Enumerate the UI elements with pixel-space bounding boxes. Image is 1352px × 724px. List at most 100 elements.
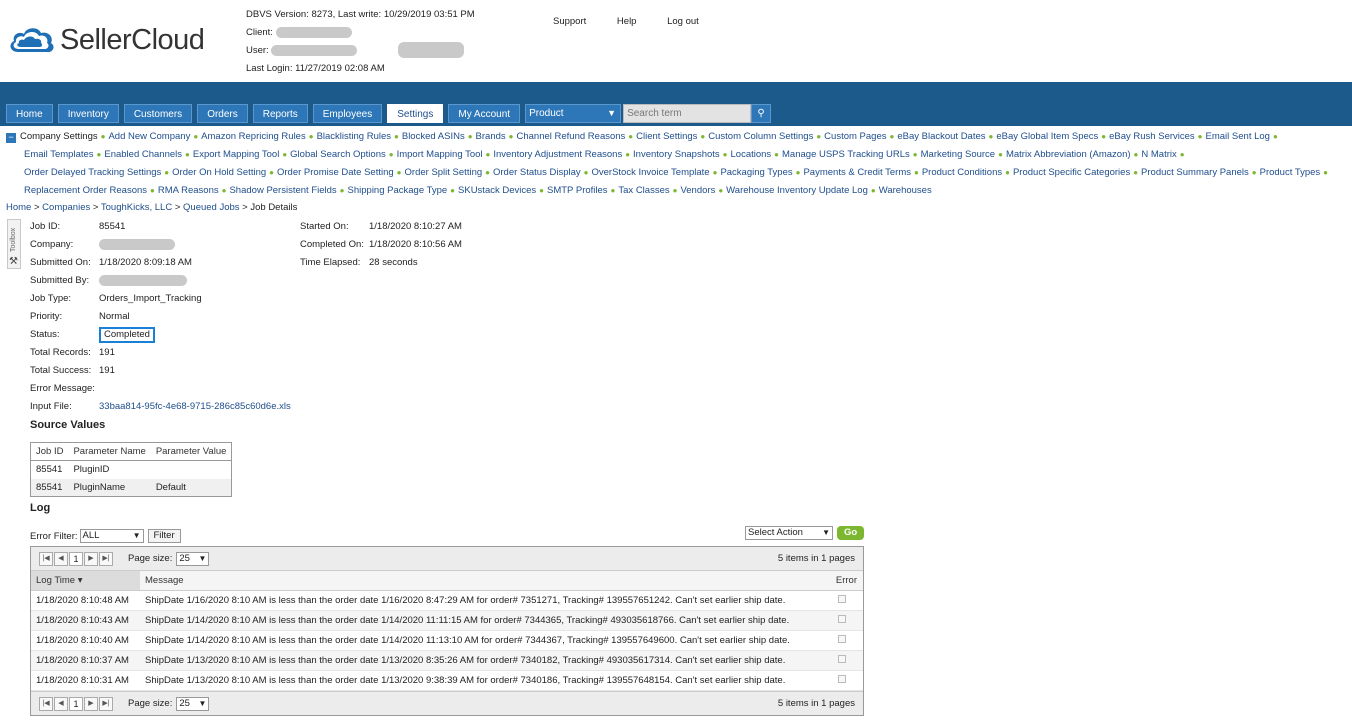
error-filter-select[interactable]: ALL ▼ — [79, 529, 144, 543]
settings-link[interactable]: Amazon Repricing Rules — [201, 131, 306, 142]
bullet-icon: ● — [700, 132, 706, 141]
settings-link[interactable]: Global Search Options — [290, 149, 386, 160]
settings-link[interactable]: Order Status Display — [493, 167, 581, 178]
page-size-select[interactable]: 25 ▼ — [176, 696, 210, 711]
last-page-icon[interactable]: ▶| — [99, 551, 113, 566]
bullet-icon: ● — [485, 150, 491, 159]
settings-link[interactable]: Custom Pages — [824, 131, 886, 142]
settings-link[interactable]: Marketing Source — [921, 149, 995, 160]
search-type-select[interactable]: Product ▼ — [525, 104, 622, 123]
settings-link[interactable]: Warehouse Inventory Update Log — [726, 185, 868, 196]
settings-link[interactable]: SKUstack Devices — [458, 185, 536, 196]
tab-inventory[interactable]: Inventory — [57, 104, 119, 123]
settings-link[interactable]: Payments & Credit Terms — [803, 167, 911, 178]
settings-link[interactable]: Shadow Persistent Fields — [229, 185, 336, 196]
settings-link[interactable]: Email Sent Log — [1206, 131, 1270, 142]
settings-link[interactable]: Warehouses — [879, 185, 932, 196]
breadcrumb-company[interactable]: ToughKicks, LLC — [101, 202, 172, 213]
settings-link[interactable]: Replacement Order Reasons — [24, 185, 147, 196]
search-button[interactable]: ⚲ — [751, 104, 772, 123]
settings-link-item: eBay Global Item Specs — [996, 131, 1098, 142]
settings-link[interactable]: Product Summary Panels — [1141, 167, 1249, 178]
settings-link[interactable]: Tax Classes — [618, 185, 669, 196]
settings-link[interactable]: OverStock Invoice Template — [591, 167, 709, 178]
help-link[interactable]: Help — [617, 16, 637, 27]
settings-link[interactable]: Add New Company — [108, 131, 190, 142]
settings-link[interactable]: Blocked ASINs — [402, 131, 465, 142]
breadcrumb-home[interactable]: Home — [6, 202, 31, 213]
col-message[interactable]: Message — [140, 571, 830, 590]
next-page-icon[interactable]: ▶ — [84, 551, 98, 566]
first-page-icon[interactable]: |◀ — [39, 551, 53, 566]
settings-link[interactable]: Order On Hold Setting — [172, 167, 266, 178]
settings-link[interactable]: Import Mapping Tool — [397, 149, 483, 160]
last-page-icon[interactable]: ▶| — [99, 696, 113, 711]
breadcrumb-companies[interactable]: Companies — [42, 202, 90, 213]
settings-link[interactable]: Manage USPS Tracking URLs — [782, 149, 910, 160]
prev-page-icon[interactable]: ◀ — [54, 696, 68, 711]
settings-link[interactable]: Client Settings — [636, 131, 697, 142]
tab-my-account[interactable]: My Account — [448, 104, 521, 123]
settings-link[interactable]: Matrix Abbreviation (Amazon) — [1006, 149, 1131, 160]
settings-link[interactable]: Order Split Setting — [405, 167, 483, 178]
settings-link[interactable]: Order Promise Date Setting — [277, 167, 394, 178]
tab-reports[interactable]: Reports — [252, 104, 308, 123]
tab-customers[interactable]: Customers — [123, 104, 193, 123]
settings-link-item: Payments & Credit Terms — [803, 167, 911, 178]
settings-link[interactable]: Brands — [476, 131, 506, 142]
settings-link[interactable]: Packaging Types — [720, 167, 792, 178]
settings-link[interactable]: N Matrix — [1141, 149, 1176, 160]
settings-link[interactable]: Product Conditions — [922, 167, 1002, 178]
job-id-label: Job ID: — [30, 221, 61, 232]
next-page-icon[interactable]: ▶ — [84, 696, 98, 711]
breadcrumb-queued-jobs[interactable]: Queued Jobs — [183, 202, 240, 213]
breadcrumb-sep: > — [172, 202, 184, 213]
settings-link[interactable]: Channel Refund Reasons — [517, 131, 626, 142]
settings-link[interactable]: Export Mapping Tool — [193, 149, 279, 160]
toolbox-tab[interactable]: Toolbox ⚒ — [7, 219, 21, 269]
bullet-icon: ● — [221, 186, 227, 195]
settings-link[interactable]: Enabled Channels — [104, 149, 182, 160]
settings-link[interactable]: Email Templates — [24, 149, 94, 160]
settings-link[interactable]: eBay Rush Services — [1109, 131, 1195, 142]
input-file-link[interactable]: 33baa814-95fc-4e68-9715-286c85c60d6e.xls — [99, 401, 291, 412]
select-action-dropdown[interactable]: Select Action ▼ — [745, 526, 833, 540]
settings-link[interactable]: SMTP Profiles — [547, 185, 608, 196]
settings-link[interactable]: Order Delayed Tracking Settings — [24, 167, 161, 178]
settings-link[interactable]: Shipping Package Type — [348, 185, 448, 196]
go-button[interactable]: Go — [837, 526, 865, 540]
pager-bottom: |◀ ◀ 1 ▶ ▶| Page size: 25 ▼ 5 items in 1 … — [31, 691, 863, 715]
settings-link[interactable]: Inventory Snapshots — [633, 149, 720, 160]
settings-link[interactable]: Company Settings — [20, 131, 98, 142]
col-log-time[interactable]: Log Time ▾ — [31, 571, 140, 590]
bullet-icon: ● — [269, 168, 274, 177]
tab-settings[interactable]: Settings — [387, 104, 444, 123]
page-number[interactable]: 1 — [69, 696, 83, 711]
settings-link[interactable]: RMA Reasons — [158, 185, 219, 196]
settings-link[interactable]: Product Specific Categories — [1013, 167, 1130, 178]
settings-link[interactable]: eBay Blackout Dates — [897, 131, 985, 142]
first-page-icon[interactable]: |◀ — [39, 696, 53, 711]
settings-link-item: Matrix Abbreviation (Amazon) — [1006, 149, 1131, 160]
logout-link[interactable]: Log out — [667, 16, 699, 27]
settings-link[interactable]: eBay Global Item Specs — [996, 131, 1098, 142]
settings-link[interactable]: Product Types — [1260, 167, 1321, 178]
tab-employees[interactable]: Employees — [312, 104, 383, 123]
settings-link[interactable]: Inventory Adjustment Reasons — [493, 149, 622, 160]
filter-button[interactable]: Filter — [147, 529, 181, 543]
sellercloud-logo[interactable]: SellerCloud — [6, 22, 205, 58]
support-link[interactable]: Support — [553, 16, 586, 27]
search-input[interactable]: Search term — [623, 104, 752, 123]
prev-page-icon[interactable]: ◀ — [54, 551, 68, 566]
collapse-icon[interactable]: − — [6, 133, 16, 143]
page-number[interactable]: 1 — [69, 551, 83, 566]
tab-home[interactable]: Home — [6, 104, 53, 123]
settings-link[interactable]: Vendors — [680, 185, 715, 196]
page-size-select[interactable]: 25 ▼ — [176, 551, 210, 566]
col-error[interactable]: Error — [830, 571, 863, 590]
settings-link[interactable]: Locations — [731, 149, 772, 160]
settings-link[interactable]: Blacklisting Rules — [317, 131, 391, 142]
settings-link[interactable]: Custom Column Settings — [708, 131, 813, 142]
tab-orders[interactable]: Orders — [197, 104, 248, 123]
bullet-icon: ● — [610, 186, 616, 195]
